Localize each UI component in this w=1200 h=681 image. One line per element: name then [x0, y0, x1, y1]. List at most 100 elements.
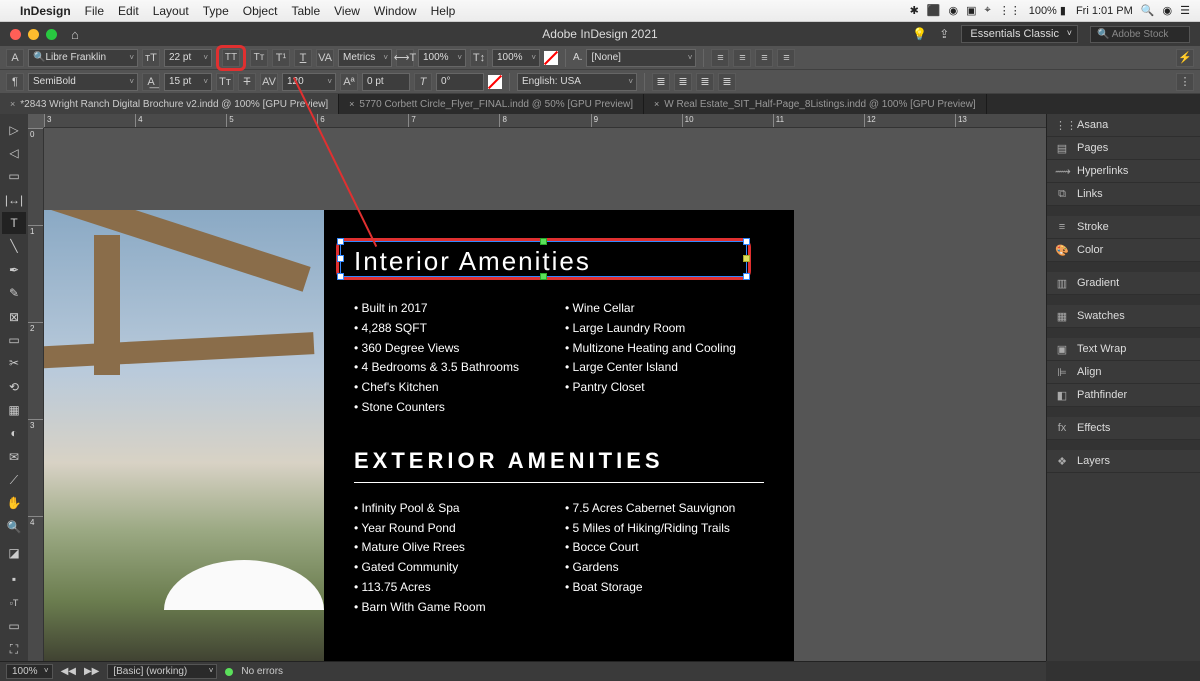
- baseline-shift-field[interactable]: 0 pt: [362, 73, 410, 91]
- doc-tab-3[interactable]: ×W Real Estate_SIT_Half-Page_8Listings.i…: [644, 94, 987, 114]
- fill-swatch[interactable]: [544, 51, 558, 65]
- dropbox-icon[interactable]: ⬛: [927, 4, 941, 17]
- stroke-swatch[interactable]: [488, 75, 502, 89]
- cc-icon[interactable]: ▣: [966, 4, 976, 17]
- doc-tab-2[interactable]: ×5770 Corbett Circle_Flyer_FINAL.indd @ …: [339, 94, 644, 114]
- formatting-affects-text[interactable]: ▫T: [2, 592, 26, 613]
- font-style-field[interactable]: SemiBold: [28, 73, 138, 91]
- free-transform-tool[interactable]: ⟲: [2, 376, 26, 397]
- tips-icon[interactable]: 💡: [912, 27, 927, 41]
- tracking-field[interactable]: 120: [282, 73, 336, 91]
- zoom-level-field[interactable]: 100%: [6, 664, 53, 679]
- sync-icon[interactable]: ◉: [948, 4, 958, 17]
- pencil-tool[interactable]: ✎: [2, 283, 26, 304]
- quick-apply-icon[interactable]: ⚡: [1176, 49, 1194, 67]
- justify-button[interactable]: ≡: [777, 49, 795, 67]
- align-right-button[interactable]: ≡: [755, 49, 773, 67]
- fullscreen-window-button[interactable]: [46, 29, 57, 40]
- rectangle-tool[interactable]: ▭: [2, 329, 26, 350]
- view-mode-button[interactable]: ▭: [2, 615, 26, 636]
- menu-file[interactable]: File: [85, 4, 104, 18]
- justify-all-center-button[interactable]: ≣: [674, 73, 692, 91]
- gradient-feather-tool[interactable]: ◐: [2, 423, 26, 444]
- menu-edit[interactable]: Edit: [118, 4, 139, 18]
- selection-tool[interactable]: ▷: [2, 119, 26, 140]
- font-family-field[interactable]: 🔍 Libre Franklin: [28, 49, 138, 67]
- menu-type[interactable]: Type: [203, 4, 229, 18]
- justify-all-left-button[interactable]: ≣: [652, 73, 670, 91]
- menu-window[interactable]: Window: [374, 4, 417, 18]
- menu-layout[interactable]: Layout: [153, 4, 189, 18]
- language-field[interactable]: English: USA: [517, 73, 637, 91]
- superscript-button[interactable]: T¹: [272, 49, 290, 67]
- zoom-tool[interactable]: 🔍: [2, 516, 26, 537]
- close-tab-icon[interactable]: ×: [654, 99, 659, 109]
- panel-links[interactable]: ⧉Links: [1047, 183, 1200, 206]
- justify-all-right-button[interactable]: ≣: [696, 73, 714, 91]
- text-frame-selection[interactable]: [340, 241, 747, 277]
- gap-tool[interactable]: |↔|: [2, 189, 26, 210]
- screen-mode-button[interactable]: ⛶: [2, 639, 26, 660]
- evernote-icon[interactable]: ✱: [910, 4, 919, 17]
- paragraph-formatting-icon[interactable]: ¶: [6, 73, 24, 91]
- type-tool[interactable]: T: [2, 212, 26, 233]
- menu-table[interactable]: Table: [291, 4, 320, 18]
- panel-swatches[interactable]: ▦Swatches: [1047, 305, 1200, 328]
- apply-color-button[interactable]: ▪: [2, 569, 26, 590]
- panel-menu-icon[interactable]: ⋮: [1176, 73, 1194, 91]
- align-left-button[interactable]: ≡: [711, 49, 729, 67]
- wifi-icon[interactable]: ⋮⋮: [999, 4, 1021, 17]
- gradient-swatch-tool[interactable]: ▦: [2, 399, 26, 420]
- horizontal-ruler[interactable]: 3 4 5 6 7 8 9 10 11 12 13: [44, 114, 1046, 128]
- font-size-field[interactable]: 22 pt: [164, 49, 212, 67]
- doc-tab-1[interactable]: ×*2843 Wright Ranch Digital Brochure v2.…: [0, 94, 339, 114]
- panel-color[interactable]: 🎨Color: [1047, 239, 1200, 262]
- align-center-button[interactable]: ≡: [733, 49, 751, 67]
- direct-selection-tool[interactable]: ◁: [2, 142, 26, 163]
- underline-button[interactable]: T: [294, 49, 312, 67]
- close-tab-icon[interactable]: ×: [349, 99, 354, 109]
- adobe-stock-search[interactable]: 🔍 Adobe Stock: [1090, 26, 1190, 43]
- skew-field[interactable]: 0°: [436, 73, 484, 91]
- panel-stroke[interactable]: ≡Stroke: [1047, 216, 1200, 239]
- page-nav-next-icon[interactable]: ▶▶: [84, 666, 99, 677]
- subscript-button[interactable]: Tт: [216, 73, 234, 91]
- spotlight-icon[interactable]: 🔍: [1141, 4, 1155, 17]
- panel-layers[interactable]: ❖Layers: [1047, 450, 1200, 473]
- workspace-switcher[interactable]: Essentials Classic: [961, 25, 1078, 43]
- menu-view[interactable]: View: [334, 4, 360, 18]
- panel-hyperlinks[interactable]: ⟿Hyperlinks: [1047, 160, 1200, 183]
- canvas[interactable]: Interior Amenities Built in 2017 4,288 S…: [44, 128, 1046, 661]
- app-menu[interactable]: InDesign: [20, 4, 71, 18]
- page-tool[interactable]: ▭: [2, 166, 26, 187]
- panel-align[interactable]: ⊫Align: [1047, 361, 1200, 384]
- notification-center-icon[interactable]: ☰: [1180, 4, 1190, 17]
- horiz-scale-field[interactable]: 100%: [418, 49, 466, 67]
- rectangle-frame-tool[interactable]: ⊠: [2, 306, 26, 327]
- panel-text-wrap[interactable]: ▣Text Wrap: [1047, 338, 1200, 361]
- leading-field[interactable]: 15 pt: [164, 73, 212, 91]
- line-tool[interactable]: ╲: [2, 236, 26, 257]
- clock[interactable]: Fri 1:01 PM: [1076, 5, 1133, 17]
- share-icon[interactable]: ⇪: [939, 27, 949, 41]
- close-window-button[interactable]: [10, 29, 21, 40]
- kerning-field[interactable]: Metrics: [338, 49, 392, 67]
- proof-profile-field[interactable]: [Basic] (working): [107, 664, 217, 679]
- menu-object[interactable]: Object: [243, 4, 278, 18]
- menu-help[interactable]: Help: [431, 4, 456, 18]
- vert-scale-field[interactable]: 100%: [492, 49, 540, 67]
- eyedropper-tool[interactable]: ⟋: [2, 469, 26, 490]
- all-caps-button[interactable]: TT: [222, 49, 240, 67]
- preflight-status-icon[interactable]: [225, 668, 233, 676]
- close-tab-icon[interactable]: ×: [10, 99, 15, 109]
- scissors-tool[interactable]: ✂: [2, 353, 26, 374]
- siri-icon[interactable]: ◉: [1163, 4, 1173, 17]
- panel-pathfinder[interactable]: ◧Pathfinder: [1047, 384, 1200, 407]
- panel-effects[interactable]: fxEffects: [1047, 417, 1200, 440]
- panel-pages[interactable]: ▤Pages: [1047, 137, 1200, 160]
- justify-all-button[interactable]: ≣: [718, 73, 736, 91]
- fill-stroke-toggle[interactable]: ◪: [2, 539, 26, 566]
- bluetooth-icon[interactable]: ⌖: [985, 4, 991, 17]
- page-nav-prev-icon[interactable]: ◀◀: [61, 666, 76, 677]
- minimize-window-button[interactable]: [28, 29, 39, 40]
